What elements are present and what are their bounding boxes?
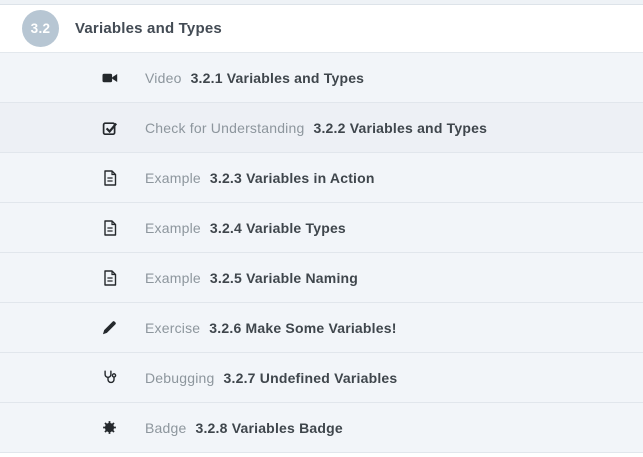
example-document-icon	[101, 269, 118, 286]
item-title: 3.2.8 Variables Badge	[195, 420, 342, 436]
example-document-icon	[101, 219, 118, 236]
lesson-item-row[interactable]: Check for Understanding 3.2.2 Variables …	[0, 103, 643, 153]
item-type-label: Check for Understanding	[145, 120, 304, 136]
example-document-icon	[101, 169, 118, 186]
item-title: 3.2.4 Variable Types	[210, 220, 346, 236]
item-title: 3.2.6 Make Some Variables!	[209, 320, 396, 336]
item-title: 3.2.7 Undefined Variables	[224, 370, 398, 386]
lesson-item-row[interactable]: Exercise 3.2.6 Make Some Variables!	[0, 303, 643, 353]
section-header[interactable]: 3.2 Variables and Types	[0, 5, 643, 53]
lesson-item-row[interactable]: Example 3.2.4 Variable Types	[0, 203, 643, 253]
video-icon	[101, 69, 118, 86]
next-section-edge	[0, 453, 643, 457]
item-type-label: Exercise	[145, 320, 200, 336]
section-title: Variables and Types	[75, 20, 222, 37]
curriculum-module: 3.2 Variables and Types Video 3.2.1 Vari…	[0, 0, 643, 457]
badge-icon	[101, 419, 118, 436]
check-for-understanding-icon	[101, 119, 118, 136]
item-title: 3.2.5 Variable Naming	[210, 270, 358, 286]
item-type-label: Debugging	[145, 370, 215, 386]
lesson-item-row[interactable]: Example 3.2.3 Variables in Action	[0, 153, 643, 203]
item-title: 3.2.1 Variables and Types	[191, 70, 365, 86]
item-title: 3.2.3 Variables in Action	[210, 170, 375, 186]
lesson-item-row[interactable]: Example 3.2.5 Variable Naming	[0, 253, 643, 303]
item-type-label: Video	[145, 70, 182, 86]
item-title: 3.2.2 Variables and Types	[313, 120, 487, 136]
item-type-label: Example	[145, 270, 201, 286]
lesson-item-row[interactable]: Debugging 3.2.7 Undefined Variables	[0, 353, 643, 403]
item-type-label: Example	[145, 220, 201, 236]
debugging-stethoscope-icon	[101, 369, 118, 386]
lesson-item-row[interactable]: Badge 3.2.8 Variables Badge	[0, 403, 643, 453]
item-type-label: Badge	[145, 420, 186, 436]
exercise-pencil-icon	[101, 319, 118, 336]
section-number-badge: 3.2	[22, 10, 59, 47]
item-type-label: Example	[145, 170, 201, 186]
lesson-item-row[interactable]: Video 3.2.1 Variables and Types	[0, 53, 643, 103]
